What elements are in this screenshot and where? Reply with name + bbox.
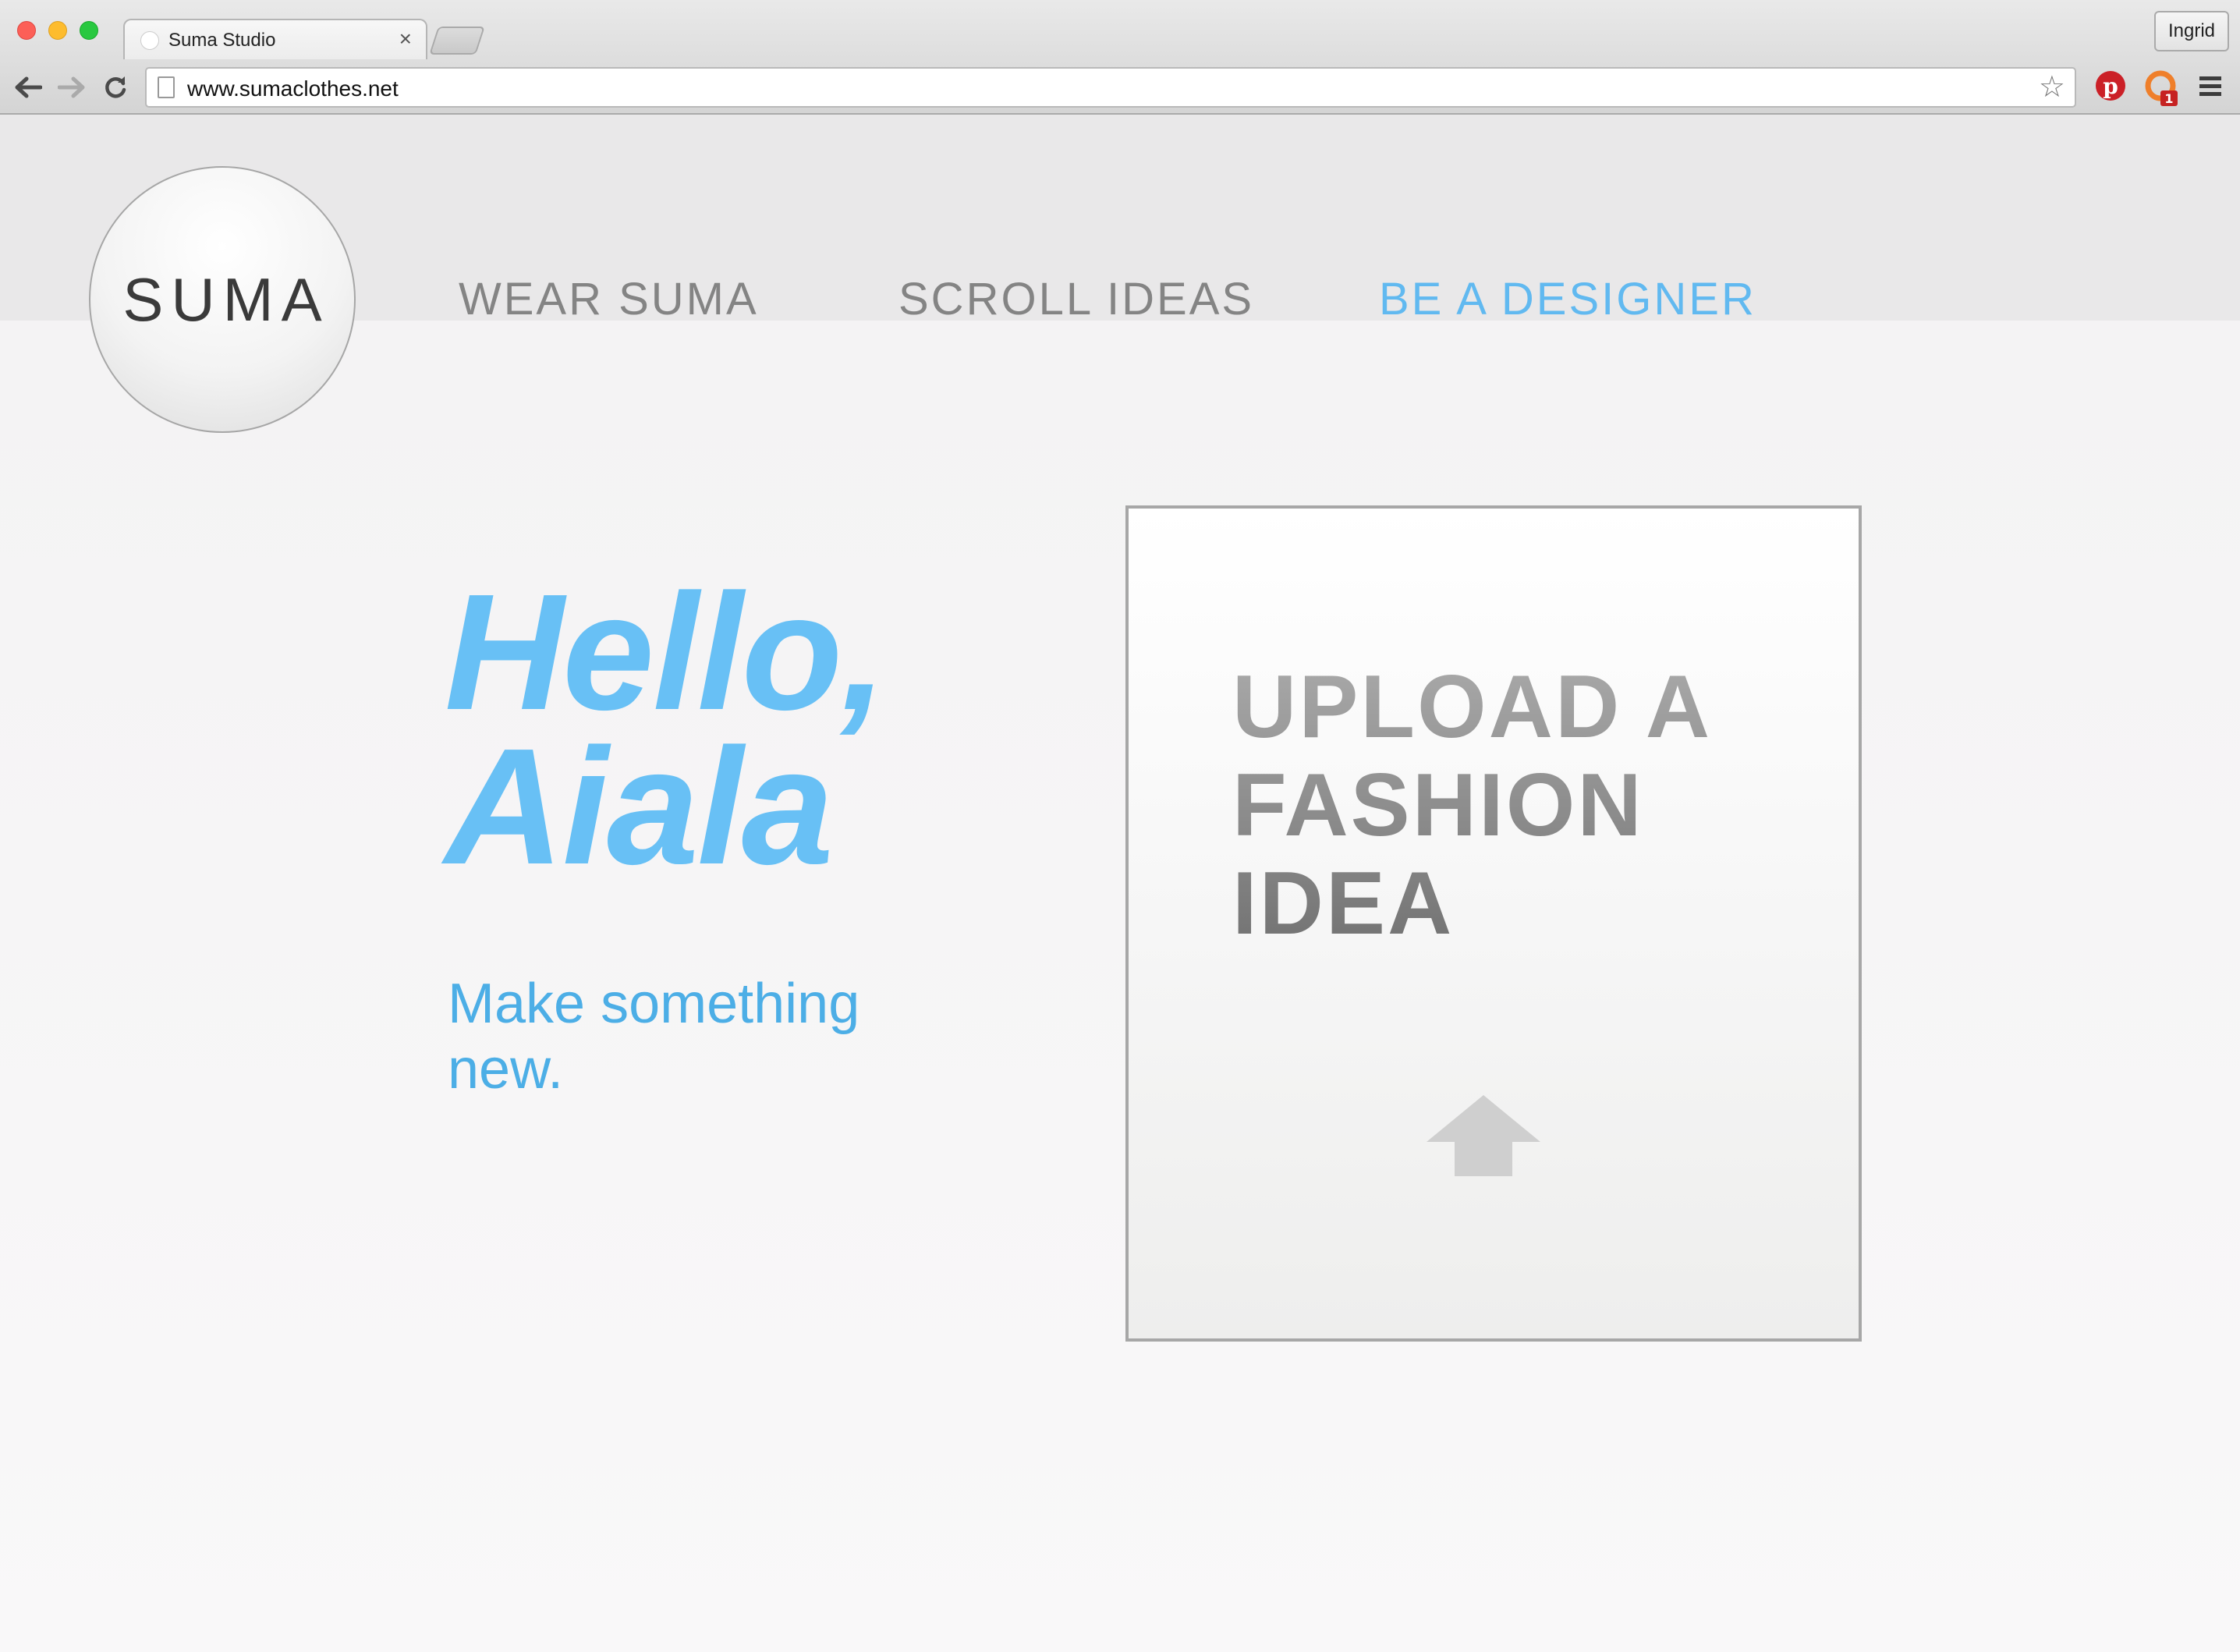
- upload-title: UPLOAD A FASHION IDEA: [1232, 658, 1825, 953]
- page-content: SUMA WEAR SUMA SCROLL IDEAS BE A DESIGNE…: [0, 115, 2240, 1652]
- browser-tab[interactable]: Suma Studio ×: [123, 19, 427, 59]
- greeting-heading: Hello, Aiala: [445, 559, 887, 899]
- reload-button[interactable]: [100, 72, 131, 103]
- browser-chrome: Suma Studio × Ingrid www.sumaclothes.net…: [0, 0, 2240, 115]
- star-icon[interactable]: ☆: [2039, 72, 2065, 103]
- new-tab-button[interactable]: [429, 27, 485, 55]
- menu-icon: [2199, 76, 2221, 96]
- reload-icon: [105, 76, 126, 98]
- address-bar[interactable]: www.sumaclothes.net ☆: [145, 67, 2076, 108]
- back-button[interactable]: [12, 72, 44, 103]
- upload-title-line-3: IDEA: [1232, 854, 1455, 953]
- nav-be-a-designer[interactable]: BE A DESIGNER: [1379, 272, 1756, 327]
- nav-scroll-ideas[interactable]: SCROLL IDEAS: [898, 272, 1254, 327]
- extension-icon: 1: [2145, 70, 2178, 106]
- upload-title-line-1: UPLOAD A: [1232, 658, 1713, 757]
- tab-close-icon[interactable]: ×: [399, 27, 412, 51]
- tab-title: Suma Studio: [168, 30, 276, 51]
- pinterest-button[interactable]: p: [2093, 69, 2128, 103]
- upload-arrow-icon[interactable]: [1425, 1094, 1542, 1179]
- window-maximize-button[interactable]: [80, 21, 98, 40]
- page-icon: [158, 76, 175, 98]
- url-text[interactable]: www.sumaclothes.net: [187, 76, 399, 101]
- greeting-line-1: Hello,: [445, 559, 887, 744]
- window-close-button[interactable]: [17, 21, 36, 40]
- nav-wear-suma[interactable]: WEAR SUMA: [459, 272, 759, 327]
- forward-icon: [58, 76, 85, 98]
- svg-text:p: p: [2103, 73, 2118, 99]
- extension-button[interactable]: 1: [2143, 69, 2178, 106]
- forward-button[interactable]: [56, 72, 87, 103]
- tagline: Make something new.: [448, 973, 860, 1101]
- greeting-line-2: Aiala: [445, 714, 834, 899]
- back-icon: [15, 76, 42, 98]
- extension-badge: 1: [2164, 91, 2173, 106]
- window-minimize-button[interactable]: [48, 21, 67, 40]
- tab-favicon-icon: [140, 31, 159, 50]
- site-logo[interactable]: SUMA: [89, 166, 356, 433]
- pinterest-icon: p: [2096, 71, 2125, 101]
- upload-fashion-idea-card[interactable]: UPLOAD A FASHION IDEA: [1125, 505, 1862, 1342]
- logo-text: SUMA: [122, 264, 330, 334]
- profile-button[interactable]: Ingrid: [2154, 11, 2229, 51]
- upload-title-line-2: FASHION: [1232, 756, 1644, 855]
- menu-button[interactable]: [2195, 69, 2229, 103]
